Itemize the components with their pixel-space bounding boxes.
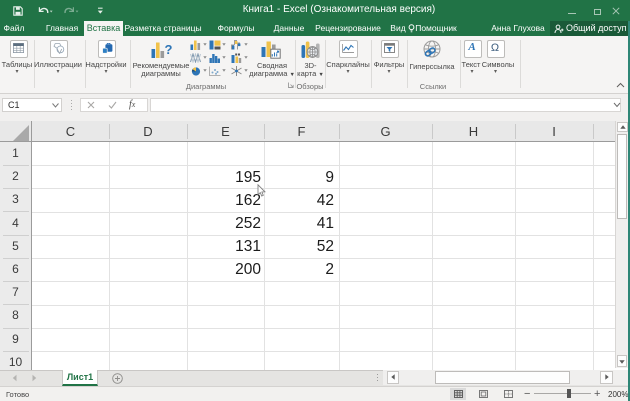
svg-text:?: ? (165, 42, 173, 57)
